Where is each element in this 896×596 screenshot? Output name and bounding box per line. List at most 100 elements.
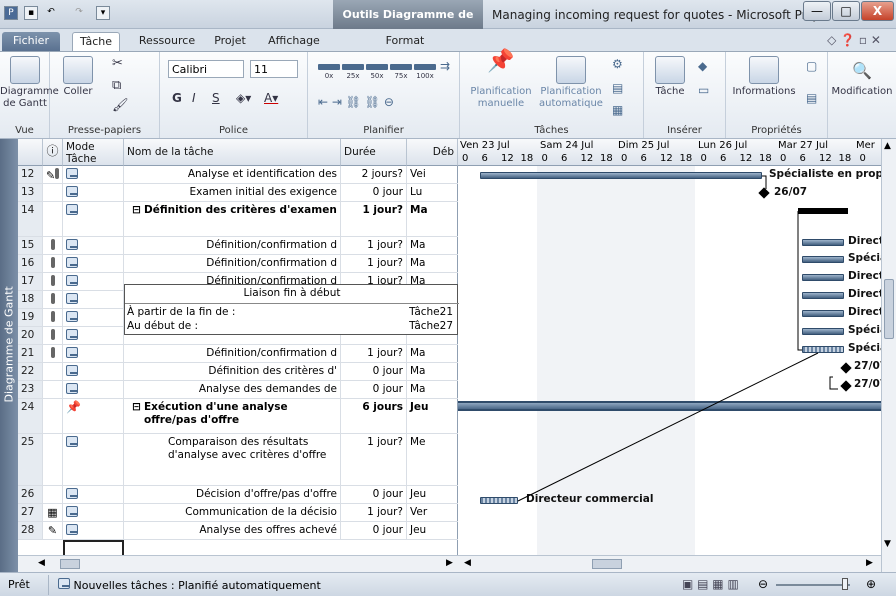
row-id[interactable]: 13: [18, 184, 43, 201]
row-id[interactable]: 26: [18, 486, 43, 503]
row-task-name[interactable]: ⊟ Exécution d'une analyse offre/pas d'off…: [124, 399, 341, 433]
collapse-icon[interactable]: ⊟: [132, 204, 141, 217]
scroll-down-icon[interactable]: ▼: [884, 539, 891, 549]
inspect-icon[interactable]: ⚙: [612, 58, 623, 70]
row-start[interactable]: Ma: [407, 345, 458, 362]
table-row[interactable]: 24 📌 ⊟ Exécution d'une analyse offre/pas d'…: [18, 399, 458, 434]
vertical-scroll-thumb[interactable]: [884, 279, 894, 339]
tab-projet[interactable]: Projet: [208, 32, 252, 51]
row-duration[interactable]: 1 jour?: [341, 504, 407, 521]
row-id[interactable]: 25: [18, 434, 43, 485]
table-row[interactable]: 27 ▦ Communication de la décisio 1 jour? Ver: [18, 504, 458, 522]
bold-button[interactable]: G: [172, 92, 182, 104]
row-duration[interactable]: 1 jour?: [341, 255, 407, 272]
row-mode[interactable]: [63, 202, 124, 236]
zoom-out-icon[interactable]: ⊖: [758, 577, 768, 591]
row-duration[interactable]: 1 jour?: [341, 345, 407, 362]
respect-links-icon[interactable]: ⇉: [440, 60, 450, 72]
row-start[interactable]: Ma: [407, 381, 458, 398]
row-task-name[interactable]: Analyse des demandes de: [124, 381, 341, 398]
zoom-in-icon[interactable]: ⊕: [866, 577, 876, 591]
row-duration[interactable]: 0 jour: [341, 522, 407, 539]
header-start[interactable]: Déb: [407, 139, 458, 166]
row-duration[interactable]: 0 jour: [341, 486, 407, 503]
gantt-scroll-left-icon[interactable]: ◀: [464, 558, 471, 568]
close-button[interactable]: X: [861, 1, 894, 21]
row-duration[interactable]: 1 jour?: [341, 434, 407, 485]
row-duration[interactable]: 2 jours?: [341, 166, 407, 183]
row-mode[interactable]: [63, 504, 124, 521]
gantt-scroll-thumb[interactable]: [592, 559, 622, 569]
table-row[interactable]: 21 Définition/confirmation d 1 jour? Ma: [18, 345, 458, 363]
table-scroll-right-icon[interactable]: ▶: [446, 558, 453, 568]
gantt-view-button[interactable]: Diagramme de Gantt: [0, 56, 59, 110]
font-size-select[interactable]: 11: [250, 60, 298, 78]
font-name-select[interactable]: Calibri: [168, 60, 244, 78]
font-color-icon[interactable]: A▾: [264, 92, 278, 104]
row-mode[interactable]: [63, 381, 124, 398]
pct-25-button[interactable]: 25x: [342, 64, 364, 82]
header-name[interactable]: Nom de la tâche: [124, 139, 341, 166]
note-icon[interactable]: ✎: [48, 524, 57, 537]
row-duration[interactable]: 1 jour?: [341, 237, 407, 254]
table-row[interactable]: 13 Examen initial des exigence 0 jour Lu: [18, 184, 458, 202]
italic-button[interactable]: I: [192, 92, 196, 104]
row-task-name[interactable]: Définition/confirmation d: [124, 255, 341, 272]
row-task-name[interactable]: Définition/confirmation d: [124, 345, 341, 362]
new-tasks-mode[interactable]: Nouvelles tâches : Planifié automatiquem…: [58, 578, 321, 592]
table-row[interactable]: 26 Décision d'offre/pas d'offre 0 jour Jeu: [18, 486, 458, 504]
tab-format[interactable]: Format: [375, 32, 435, 51]
row-id[interactable]: 21: [18, 345, 43, 362]
row-start[interactable]: Vei: [407, 166, 458, 183]
row-id[interactable]: 28: [18, 522, 43, 539]
row-start[interactable]: Ma: [407, 363, 458, 380]
row-mode[interactable]: [63, 486, 124, 503]
row-mode[interactable]: [63, 273, 124, 290]
note-icon[interactable]: ✎: [46, 169, 55, 182]
notes-icon[interactable]: ▢: [806, 60, 817, 72]
gantt-scroll-right-icon[interactable]: ▶: [866, 558, 873, 568]
redo-icon[interactable]: ↷: [72, 6, 86, 20]
header-mode[interactable]: Mode Tâche: [63, 139, 124, 166]
tab-affichage[interactable]: Affichage: [264, 32, 324, 51]
row-duration[interactable]: 0 jour: [341, 363, 407, 380]
header-select-all[interactable]: [18, 139, 43, 166]
underline-button[interactable]: S: [212, 92, 220, 104]
insert-task-button[interactable]: Tâche: [648, 56, 692, 98]
row-duration[interactable]: 6 jours: [341, 399, 407, 433]
row-id[interactable]: 17: [18, 273, 43, 290]
pct-50-button[interactable]: 50x: [366, 64, 388, 82]
row-start[interactable]: Me: [407, 434, 458, 485]
table-row[interactable]: 28 ✎ Analyse des offres achevé 0 jour Jeu: [18, 522, 458, 540]
row-id[interactable]: 22: [18, 363, 43, 380]
zoom-slider-thumb[interactable]: [842, 578, 848, 590]
customize-qat-icon[interactable]: ▾: [96, 6, 110, 20]
table-row[interactable]: 15 Définition/confirmation d 1 jour? Ma: [18, 237, 458, 255]
table-scroll-thumb[interactable]: [60, 559, 80, 569]
row-id[interactable]: 20: [18, 327, 43, 344]
scroll-up-icon[interactable]: ▲: [884, 141, 891, 151]
format-painter-icon[interactable]: 🖌: [112, 99, 129, 112]
row-task-name[interactable]: Définition des critères d': [124, 363, 341, 380]
row-start[interactable]: Jeu: [407, 486, 458, 503]
save-icon[interactable]: ▪: [24, 6, 38, 20]
row-start[interactable]: Ma: [407, 202, 458, 236]
view-shortcuts-icon[interactable]: ▣ ▤ ▦ ▥: [682, 577, 739, 591]
mode-icon[interactable]: ▦: [612, 104, 623, 116]
auto-schedule-button[interactable]: Planification automatique: [536, 56, 606, 110]
table-row[interactable]: 12 ✎ Analyse et identification des 2 jours?…: [18, 166, 458, 184]
row-id[interactable]: 16: [18, 255, 43, 272]
row-duration[interactable]: 0 jour: [341, 184, 407, 201]
row-start[interactable]: Ma: [407, 255, 458, 272]
row-start[interactable]: Ver: [407, 504, 458, 521]
zoom-slider[interactable]: [776, 584, 850, 586]
row-task-name[interactable]: Examen initial des exigence: [124, 184, 341, 201]
row-id[interactable]: 23: [18, 381, 43, 398]
pct-75-button[interactable]: 75x: [390, 64, 412, 82]
table-scroll-left-icon[interactable]: ◀: [38, 558, 45, 568]
table-row[interactable]: 14 ⊟ Définition des critères d'examen 1 jou…: [18, 202, 458, 237]
outdent-icon[interactable]: ⇤ ⇥ ⛓ ⛓ ⊖: [318, 96, 394, 108]
row-mode[interactable]: 📌: [63, 399, 124, 433]
row-task-name[interactable]: Analyse et identification des: [124, 166, 341, 183]
row-duration[interactable]: 0 jour: [341, 381, 407, 398]
